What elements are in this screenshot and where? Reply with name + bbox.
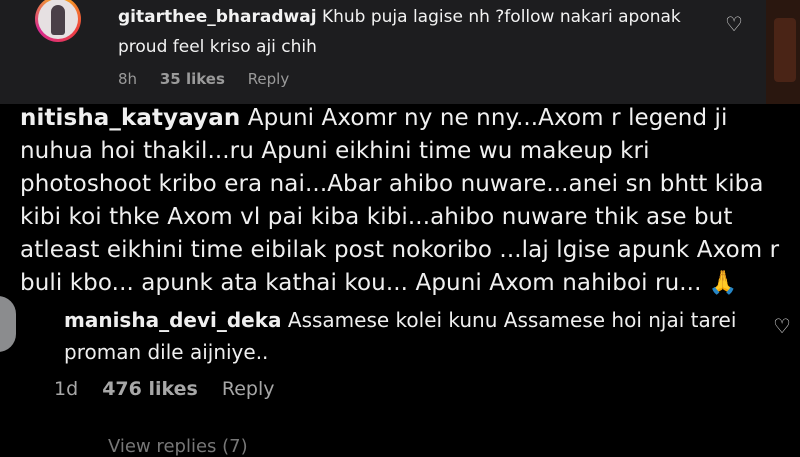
comment-likes[interactable]: 35 likes (160, 70, 225, 88)
comment-text: gitarthee_bharadwaj Khub puja lagise nh … (118, 2, 728, 62)
comment-panel: gitarthee_bharadwaj Khub puja lagise nh … (0, 0, 766, 104)
heart-outline-icon[interactable]: ♡ (723, 13, 745, 35)
avatar[interactable] (35, 0, 81, 42)
reply-button[interactable]: Reply (248, 70, 290, 88)
avatar-person (51, 5, 65, 35)
reply-button[interactable]: Reply (222, 378, 275, 400)
comment-likes[interactable]: 476 likes (102, 378, 198, 400)
heart-outline-icon[interactable]: ♡ (771, 315, 793, 337)
comment-body: Apuni Axomr ny ne nny...Axom r legend ji… (20, 105, 780, 296)
comment-text: manisha_devi_deka Assamese kolei kunu As… (64, 304, 764, 368)
comment-time: 8h (118, 70, 138, 88)
avatar[interactable] (0, 296, 16, 352)
comment-text: nitisha_katyayan Apuni Axomr ny ne nny..… (20, 102, 780, 300)
comment-time: 1d (54, 378, 79, 400)
avatar-image (38, 0, 78, 39)
side-photo-strip (766, 0, 800, 104)
comment-username[interactable]: manisha_devi_deka (64, 308, 282, 332)
comment-username[interactable]: nitisha_katyayan (20, 105, 240, 131)
view-replies-button[interactable]: View replies (7) (108, 436, 248, 457)
comment-meta: 1d 476 likes Reply (54, 378, 293, 400)
comment-meta: 8h 35 likes Reply (118, 70, 307, 88)
comment-username[interactable]: gitarthee_bharadwaj (118, 7, 317, 27)
